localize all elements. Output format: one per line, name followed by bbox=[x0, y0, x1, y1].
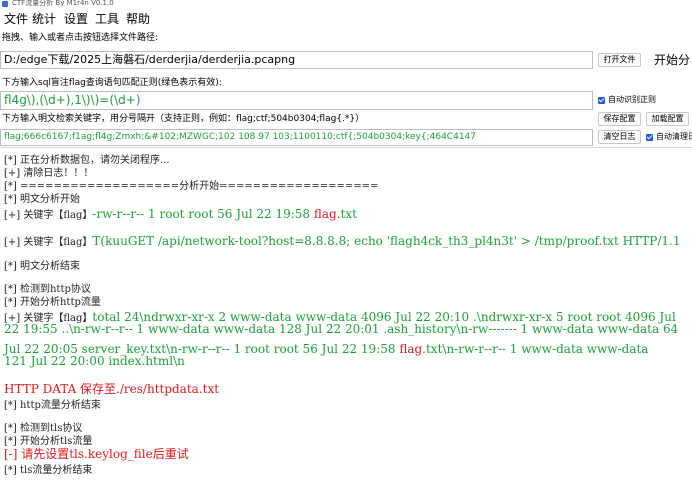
clear-log-button[interactable]: 清空日志 bbox=[598, 130, 641, 144]
log-line: 121 Jul 22 20:00 index.html\n bbox=[4, 354, 185, 368]
auto-regex-label: 自动识别正则 bbox=[608, 95, 656, 104]
log-line: [*] http流量分析结束 bbox=[4, 400, 101, 411]
auto-regex-checkbox[interactable] bbox=[598, 97, 605, 104]
regex-label: 下方输入sql盲注flag查询语句匹配正则(绿色表示有效): bbox=[2, 78, 222, 88]
app-icon bbox=[2, 1, 8, 7]
log-line: [*] 明文分析结束 bbox=[4, 261, 80, 272]
menu-bar: 文件 统计 设置 工具 帮助 bbox=[0, 9, 692, 29]
log-line: [+] 关键字【flag】-rw-r--r-- 1 root root 56 J… bbox=[4, 207, 357, 221]
keyword-input[interactable]: flag;666c6167;f1ag;fl4g;Zmxh;&#102;MZWGC… bbox=[0, 129, 593, 146]
regex-input[interactable]: fl4g\),(\d+),1\)\)=(\d+) bbox=[0, 91, 593, 110]
file-path-label: 拖拽、输入或者点击按钮选择文件路径: bbox=[2, 33, 159, 43]
title-bar: CTF流量分析 By M1r4n V0.1.0 bbox=[0, 0, 692, 9]
log-line: [-] 请先设置tls.keylog_file后重试 bbox=[4, 447, 189, 461]
auto-clear-label: 自动清理日 bbox=[656, 132, 692, 141]
log-line: [+] 关键字【flag】T(kuuGET /api/network-tool?… bbox=[4, 234, 681, 248]
auto-clear-checkbox[interactable] bbox=[646, 134, 653, 141]
log-line: HTTP DATA 保存至./res/httpdata.txt bbox=[4, 382, 220, 396]
log-line: [*] tls流量分析结束 bbox=[4, 465, 93, 476]
menu-help[interactable]: 帮助 bbox=[126, 11, 150, 27]
log-line: 22 19:55 ..\n-rw-r--r-- 1 www-data www-d… bbox=[4, 322, 679, 336]
menu-statistics[interactable]: 统计 bbox=[32, 11, 56, 27]
menu-settings[interactable]: 设置 bbox=[64, 11, 88, 27]
file-path-input[interactable]: D:/edge下载/2025上海磐石/derderjia/derderjia.p… bbox=[0, 51, 593, 69]
save-config-button[interactable]: 保存配置 bbox=[598, 112, 641, 126]
load-config-button[interactable]: 加载配置 bbox=[646, 112, 689, 126]
open-file-button[interactable]: 打开文件 bbox=[598, 53, 641, 67]
menu-tools[interactable]: 工具 bbox=[95, 11, 119, 27]
menu-file[interactable]: 文件 bbox=[4, 11, 28, 27]
window-title: CTF流量分析 By M1r4n V0.1.0 bbox=[12, 0, 114, 7]
keyword-label: 下方输入明文检索关键字，用分号隔开（支持正则，例如：flag;ctf;504b0… bbox=[2, 114, 365, 124]
start-analysis-button[interactable]: 开始分 bbox=[654, 52, 690, 68]
log-output[interactable]: [*] 正在分析数据包，请勿关闭程序... [+] 清除日志！！！ [*] ==… bbox=[0, 147, 692, 483]
